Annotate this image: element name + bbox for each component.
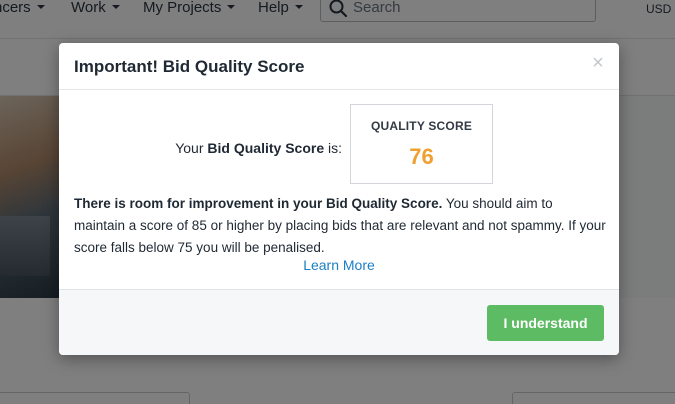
score-label-prefix: Your bbox=[175, 140, 208, 156]
close-icon[interactable]: × bbox=[590, 52, 606, 74]
improvement-message: There is room for improvement in your Bi… bbox=[74, 193, 606, 259]
learn-more-link[interactable]: Learn More bbox=[59, 257, 619, 273]
bid-quality-score-modal: Important! Bid Quality Score × Your Bid … bbox=[59, 43, 619, 355]
i-understand-button[interactable]: I understand bbox=[487, 305, 604, 341]
score-label: Your Bid Quality Score is: bbox=[74, 140, 342, 156]
modal-title: Important! Bid Quality Score bbox=[74, 57, 305, 76]
modal-header: Important! Bid Quality Score × bbox=[59, 43, 619, 90]
page: ncers Work My Projects Help USD Impor bbox=[0, 0, 675, 404]
quality-score-title: QUALITY SCORE bbox=[370, 119, 473, 133]
modal-footer: I understand bbox=[59, 289, 619, 355]
quality-score-box: QUALITY SCORE 76 bbox=[350, 104, 493, 184]
score-label-suffix: is: bbox=[324, 140, 342, 156]
quality-score-value: 76 bbox=[409, 144, 434, 169]
score-label-bold: Bid Quality Score bbox=[207, 140, 325, 156]
improvement-message-bold: There is room for improvement in your Bi… bbox=[74, 196, 443, 211]
